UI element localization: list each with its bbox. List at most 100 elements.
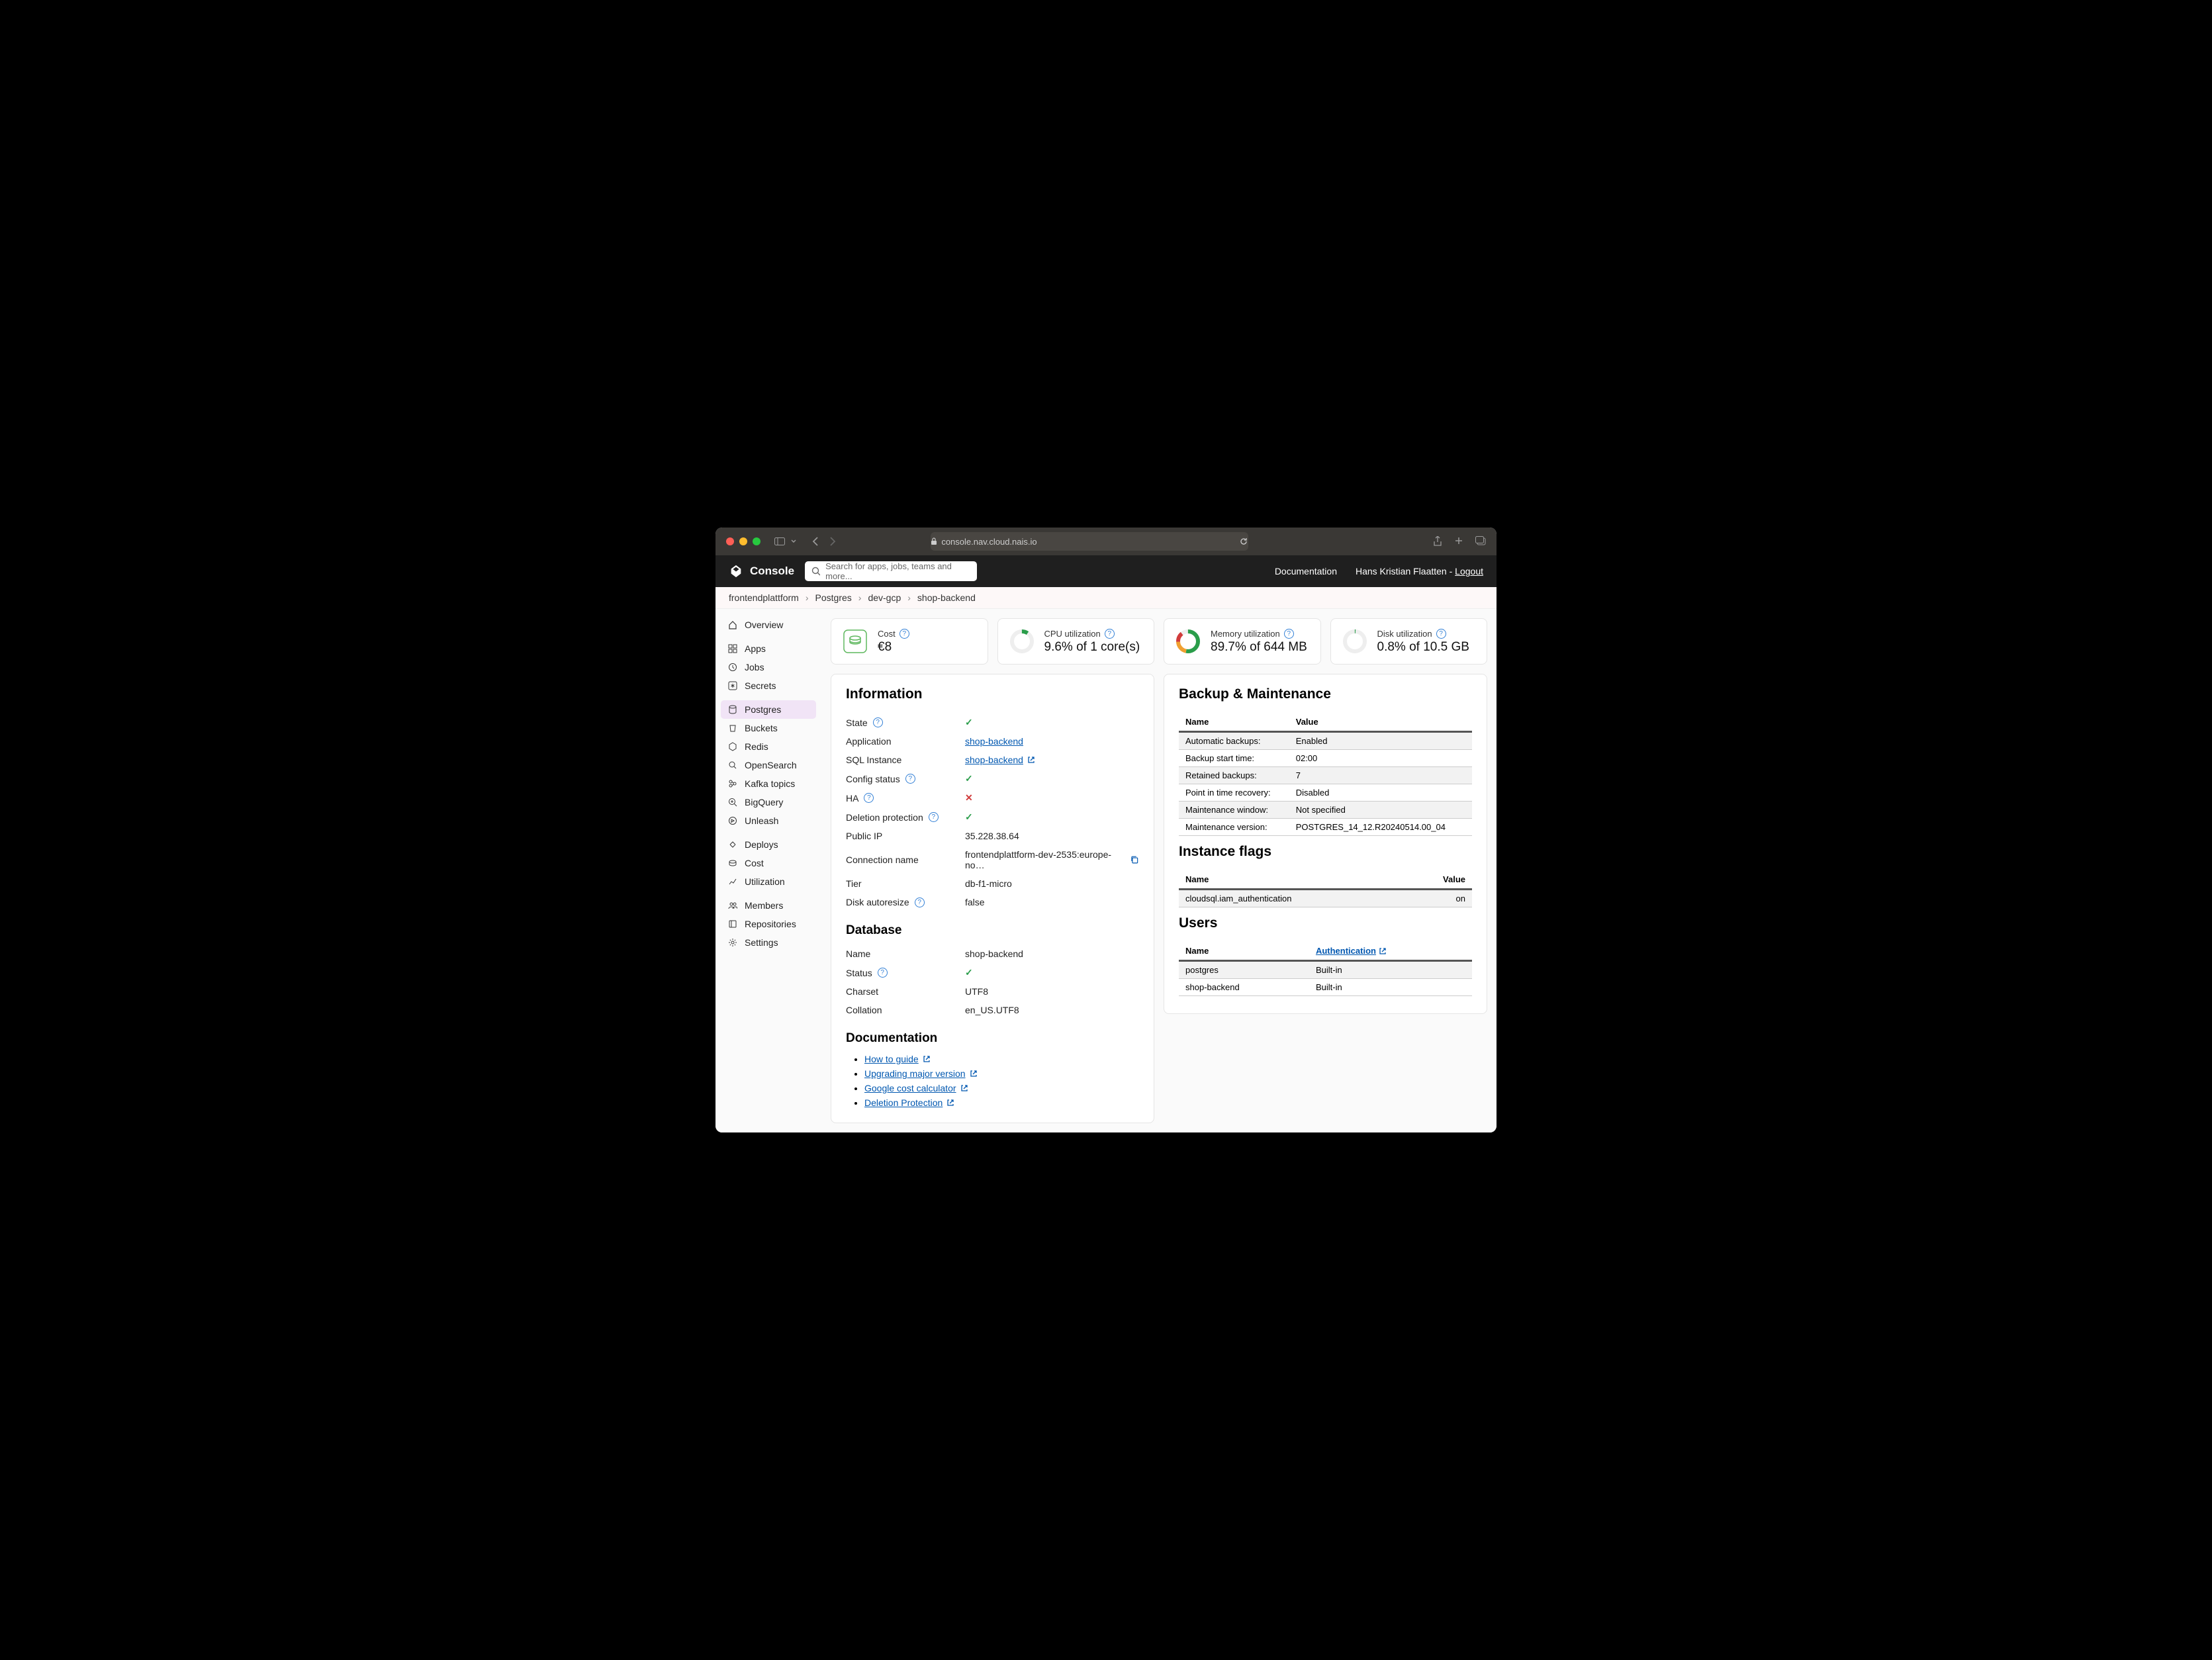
stat-value: 0.8% of 10.5 GB xyxy=(1377,640,1469,655)
help-icon[interactable]: ? xyxy=(1105,629,1115,639)
reload-icon[interactable] xyxy=(1239,537,1248,546)
kv-key: Application xyxy=(846,736,965,747)
help-icon[interactable]: ? xyxy=(1436,629,1446,639)
help-icon[interactable]: ? xyxy=(915,898,925,907)
table-row: Automatic backups:Enabled xyxy=(1179,732,1472,750)
table-cell: Automatic backups: xyxy=(1179,732,1289,750)
help-icon[interactable]: ? xyxy=(873,717,883,727)
maximize-window-icon[interactable] xyxy=(753,537,760,545)
kv-value: UTF8 xyxy=(965,986,1139,997)
sidebar-item-cost[interactable]: Cost xyxy=(721,854,816,872)
backup-table: NameValue Automatic backups:EnabledBacku… xyxy=(1179,713,1472,836)
sidebar-item-deploys[interactable]: Deploys xyxy=(721,835,816,854)
sidebar-item-repositories[interactable]: Repositories xyxy=(721,915,816,933)
check-icon: ✓ xyxy=(965,717,973,728)
new-tab-icon[interactable] xyxy=(1454,536,1463,545)
sidebar-item-jobs[interactable]: Jobs xyxy=(721,658,816,676)
information-panel: Information State?✓ Applicationshop-back… xyxy=(831,674,1154,1123)
table-cell: on xyxy=(1405,890,1472,907)
tabs-icon[interactable] xyxy=(1475,536,1486,545)
share-icon[interactable] xyxy=(1433,536,1442,547)
sidebar-item-apps[interactable]: Apps xyxy=(721,639,816,658)
sidebar-item-label: Kafka topics xyxy=(745,778,795,789)
sidebar-item-unleash[interactable]: Unleash xyxy=(721,811,816,830)
help-icon[interactable]: ? xyxy=(864,793,874,803)
kv-key: Status xyxy=(846,968,872,978)
sidebar-item-label: Apps xyxy=(745,643,766,654)
sidebar-item-buckets[interactable]: Buckets xyxy=(721,719,816,737)
sidebar-item-label: Overview xyxy=(745,620,783,630)
help-icon[interactable]: ? xyxy=(929,812,939,822)
minimize-window-icon[interactable] xyxy=(739,537,747,545)
stat-value: €8 xyxy=(878,640,909,655)
documentation-link[interactable]: Documentation xyxy=(1275,566,1337,576)
sidebar-item-label: Unleash xyxy=(745,815,778,826)
sidebar-item-bigquery[interactable]: BigQuery xyxy=(721,793,816,811)
main-content: Cost? €8 CPU utilization? 9.6% of 1 core… xyxy=(821,609,1497,1132)
doc-link[interactable]: Upgrading major version xyxy=(864,1068,978,1079)
search-input[interactable]: Search for apps, jobs, teams and more... xyxy=(805,561,977,581)
help-icon[interactable]: ? xyxy=(899,629,909,639)
forward-icon[interactable] xyxy=(829,537,836,546)
table-header: Value xyxy=(1289,713,1472,732)
titlebar: console.nav.cloud.nais.io xyxy=(715,528,1497,555)
sidebar-toggle-icon[interactable] xyxy=(774,537,786,546)
close-window-icon[interactable] xyxy=(726,537,734,545)
sidebar-item-postgres[interactable]: Postgres xyxy=(721,700,816,719)
kv-value: frontendplattform-dev-2535:europe-no… xyxy=(965,849,1126,870)
sidebar-item-label: BigQuery xyxy=(745,797,783,807)
doc-link[interactable]: Deletion Protection xyxy=(864,1097,954,1108)
kv-value: db-f1-micro xyxy=(965,878,1139,889)
table-cell: 7 xyxy=(1289,767,1472,784)
hexagon-icon xyxy=(727,741,738,752)
table-cell: Maintenance version: xyxy=(1179,819,1289,836)
sidebar-item-overview[interactable]: Overview xyxy=(721,616,816,634)
panel-title: Users xyxy=(1179,915,1472,931)
home-icon xyxy=(727,620,738,630)
table-row: cloudsql.iam_authenticationon xyxy=(1179,890,1472,907)
kv-key: Charset xyxy=(846,986,965,997)
doc-link[interactable]: Google cost calculator xyxy=(864,1083,968,1093)
table-header: Value xyxy=(1405,870,1472,890)
authentication-link[interactable]: Authentication xyxy=(1316,946,1387,956)
sidebar-item-members[interactable]: Members xyxy=(721,896,816,915)
sidebar-item-settings[interactable]: Settings xyxy=(721,933,816,952)
stat-cpu: CPU utilization? 9.6% of 1 core(s) xyxy=(997,618,1155,665)
chevron-down-icon[interactable] xyxy=(791,539,796,543)
kv-key: Deletion protection xyxy=(846,812,923,823)
kv-key: Collation xyxy=(846,1005,965,1015)
application-link[interactable]: shop-backend xyxy=(965,736,1023,747)
stat-label: Disk utilization xyxy=(1377,629,1432,639)
breadcrumb-item[interactable]: Postgres xyxy=(815,592,852,603)
breadcrumb-item[interactable]: frontendplattform xyxy=(729,592,799,603)
doc-list: How to guide Upgrading major version Goo… xyxy=(846,1052,1139,1111)
sidebar-item-secrets[interactable]: Secrets xyxy=(721,676,816,695)
table-row: Maintenance version:POSTGRES_14_12.R2024… xyxy=(1179,819,1472,836)
sql-instance-link[interactable]: shop-backend xyxy=(965,755,1023,765)
sidebar-item-kafka[interactable]: Kafka topics xyxy=(721,774,816,793)
copy-icon[interactable] xyxy=(1130,855,1139,864)
kv-key: Public IP xyxy=(846,831,965,841)
kv-key: Tier xyxy=(846,878,965,889)
sidebar-item-opensearch[interactable]: OpenSearch xyxy=(721,756,816,774)
help-icon[interactable]: ? xyxy=(905,774,915,784)
sidebar-item-utilization[interactable]: Utilization xyxy=(721,872,816,891)
table-cell: Maintenance window: xyxy=(1179,802,1289,819)
donut-chart-icon xyxy=(1342,628,1368,655)
back-icon[interactable] xyxy=(812,537,819,546)
help-icon[interactable]: ? xyxy=(1284,629,1294,639)
help-icon[interactable]: ? xyxy=(878,968,888,978)
breadcrumb-item[interactable]: dev-gcp xyxy=(868,592,901,603)
table-row: Point in time recovery:Disabled xyxy=(1179,784,1472,802)
chevron-right-icon: › xyxy=(806,592,809,603)
logout-link[interactable]: Logout xyxy=(1455,566,1483,576)
sidebar-item-redis[interactable]: Redis xyxy=(721,737,816,756)
kv-key: HA xyxy=(846,793,858,804)
stat-value: 9.6% of 1 core(s) xyxy=(1044,640,1140,655)
doc-link[interactable]: How to guide xyxy=(864,1054,931,1064)
app-logo[interactable]: Console xyxy=(729,564,794,578)
table-header: Name xyxy=(1179,870,1405,890)
stream-icon xyxy=(727,778,738,789)
table-header: Name xyxy=(1179,713,1289,732)
url-bar[interactable]: console.nav.cloud.nais.io xyxy=(931,532,1248,551)
